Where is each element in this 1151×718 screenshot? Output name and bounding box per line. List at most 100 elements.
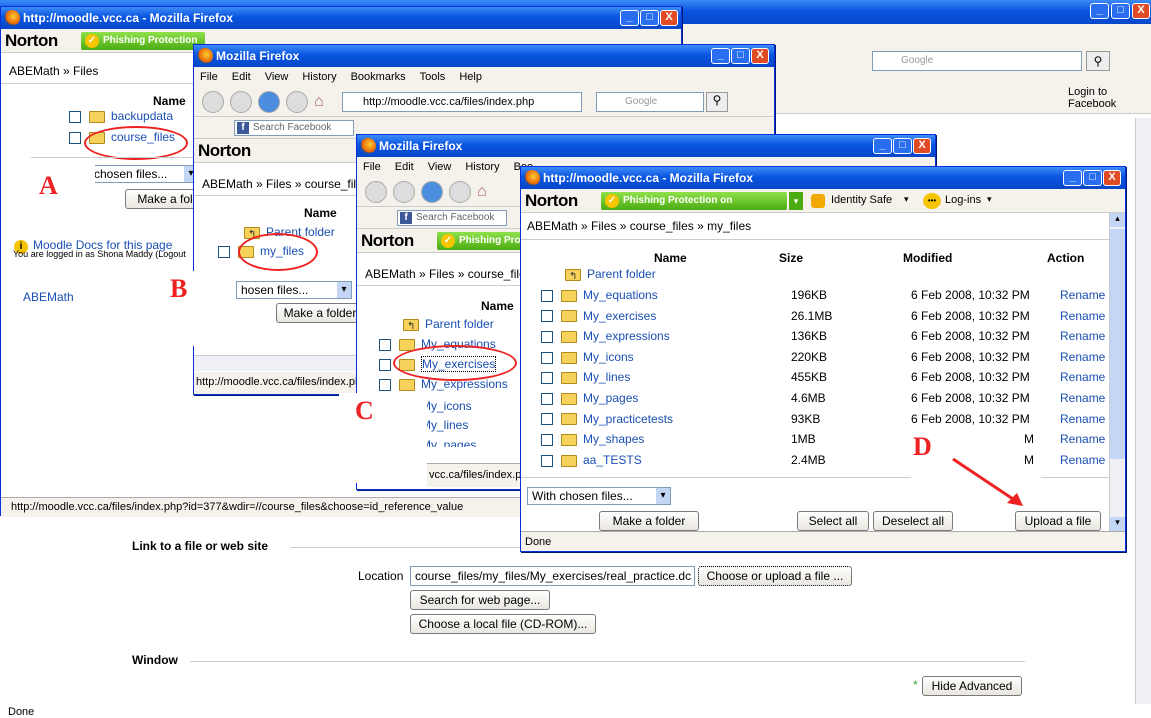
menu-file[interactable]: File bbox=[200, 71, 218, 83]
w3-crumb-files[interactable]: Files bbox=[429, 267, 454, 281]
folder-link[interactable]: My_lines bbox=[421, 418, 468, 432]
bg-scrollbar[interactable] bbox=[1135, 118, 1151, 704]
w4-maximize-button[interactable]: □ bbox=[1083, 170, 1102, 186]
menu-help[interactable]: Help bbox=[459, 71, 482, 83]
w4-phishing-dropdown-icon[interactable]: ▾ bbox=[789, 192, 803, 210]
logins-dropdown-icon[interactable]: ▾ bbox=[987, 194, 992, 205]
checkbox[interactable] bbox=[541, 413, 553, 426]
checkbox[interactable] bbox=[541, 434, 553, 447]
checkbox[interactable] bbox=[541, 289, 553, 302]
rename-link[interactable]: Rename bbox=[1060, 367, 1105, 387]
w2-close-button[interactable]: X bbox=[751, 48, 769, 64]
menu-history[interactable]: History bbox=[302, 71, 336, 83]
w4-file-row[interactable]: aa_TESTS bbox=[541, 450, 642, 470]
checkbox[interactable] bbox=[541, 310, 553, 323]
checkbox[interactable] bbox=[69, 131, 81, 144]
w4-file-row[interactable]: My_practicetests bbox=[541, 409, 673, 429]
w4-scroll-up-icon[interactable]: ▴ bbox=[1110, 213, 1125, 227]
menu-view[interactable]: View bbox=[265, 71, 289, 83]
w4-file-row[interactable]: My_icons bbox=[541, 347, 634, 367]
folder-link[interactable]: My_exercises bbox=[583, 309, 656, 323]
w3-crumb-course[interactable]: course_file bbox=[468, 267, 526, 281]
w4-file-row[interactable]: My_expressions bbox=[541, 326, 670, 346]
folder-link[interactable]: My_lines bbox=[583, 370, 630, 384]
rename-link[interactable]: Rename bbox=[1060, 429, 1105, 449]
w4-identity-safe[interactable]: Identity Safe bbox=[831, 194, 892, 206]
rename-link[interactable]: Rename bbox=[1060, 347, 1105, 367]
checkbox[interactable] bbox=[379, 358, 391, 371]
bg-minimize-button[interactable]: _ bbox=[1090, 3, 1109, 19]
w1-chosen-select[interactable]: chosen files... bbox=[89, 165, 199, 183]
rename-link[interactable]: Rename bbox=[1060, 409, 1105, 429]
menu-view[interactable]: View bbox=[428, 161, 452, 173]
stop-icon[interactable] bbox=[286, 91, 308, 113]
w4-crumb-home[interactable]: ABEMath bbox=[527, 219, 578, 233]
menu-edit[interactable]: Edit bbox=[232, 71, 251, 83]
w3-phishing-badge[interactable]: Phishing Pro bbox=[437, 232, 529, 250]
w4-crumb-files[interactable]: Files bbox=[591, 219, 616, 233]
w1-abemath-link[interactable]: ABEMath bbox=[23, 290, 74, 304]
w2-crumb-files[interactable]: Files bbox=[266, 177, 291, 191]
w4-deselect-all-button[interactable]: Deselect all bbox=[873, 511, 953, 531]
forward-icon[interactable] bbox=[230, 91, 252, 113]
w2-search-icon[interactable]: ⚲ bbox=[706, 92, 728, 112]
folder-link[interactable]: My_expressions bbox=[583, 329, 670, 343]
w4-chosen-select[interactable]: With chosen files... bbox=[527, 487, 671, 505]
reload-icon[interactable] bbox=[258, 91, 280, 113]
w4-minimize-button[interactable]: _ bbox=[1063, 170, 1082, 186]
menu-history[interactable]: History bbox=[465, 161, 499, 173]
w1-close-button[interactable]: X bbox=[660, 10, 678, 26]
back-icon[interactable] bbox=[202, 91, 224, 113]
w3-crumb-home[interactable]: ABEMath bbox=[365, 267, 416, 281]
w1-maximize-button[interactable]: □ bbox=[640, 10, 659, 26]
rename-link[interactable]: Rename bbox=[1060, 450, 1105, 470]
w2-maximize-button[interactable]: □ bbox=[731, 48, 750, 64]
w4-close-button[interactable]: X bbox=[1103, 170, 1121, 186]
menu-file[interactable]: File bbox=[363, 161, 381, 173]
w3-maximize-button[interactable]: □ bbox=[893, 138, 912, 154]
folder-link[interactable]: My_equations bbox=[583, 288, 658, 302]
choose-upload-button[interactable]: Choose or upload a file ... bbox=[698, 566, 852, 586]
rename-link[interactable]: Rename bbox=[1060, 285, 1105, 305]
w4-file-row[interactable]: My_exercises bbox=[541, 306, 656, 326]
folder-link[interactable]: My_pages bbox=[421, 438, 476, 447]
choose-local-file-button[interactable]: Choose a local file (CD-ROM)... bbox=[410, 614, 596, 634]
back-icon[interactable] bbox=[365, 181, 387, 203]
w4-scroll-thumb[interactable] bbox=[1110, 229, 1125, 459]
folder-link[interactable]: My_practicetests bbox=[583, 412, 673, 426]
bg-close-button[interactable]: X bbox=[1132, 3, 1150, 19]
w2-address-bar[interactable]: http://moodle.vcc.ca/files/index.php bbox=[342, 92, 582, 112]
bg-login-facebook[interactable]: Login to Facebook bbox=[1068, 86, 1151, 110]
w3-close-button[interactable]: X bbox=[913, 138, 931, 154]
hide-advanced-button[interactable]: Hide Advanced bbox=[922, 676, 1022, 696]
location-input[interactable]: course_files/my_files/My_exercises/real_… bbox=[410, 566, 695, 586]
w4-file-row[interactable]: My_equations bbox=[541, 285, 658, 305]
checkbox[interactable] bbox=[379, 338, 391, 351]
w2-facebook-search[interactable]: Search Facebook bbox=[234, 120, 354, 136]
bg-google-search[interactable]: Google bbox=[872, 51, 1082, 71]
w4-select-all-button[interactable]: Select all bbox=[797, 511, 869, 531]
w1-row-backupdata[interactable]: backupdata bbox=[69, 106, 173, 126]
home-icon[interactable]: ⌂ bbox=[314, 93, 324, 111]
w4-make-folder-button[interactable]: Make a folder bbox=[599, 511, 699, 531]
menu-tools[interactable]: Tools bbox=[420, 71, 446, 83]
w4-crumb-course-files[interactable]: course_files bbox=[630, 219, 694, 233]
checkbox[interactable] bbox=[541, 331, 553, 344]
folder-link[interactable]: My_icons bbox=[583, 350, 634, 364]
w2-google-search[interactable]: Google bbox=[596, 92, 704, 112]
w1-crumb-files[interactable]: Files bbox=[73, 64, 98, 78]
w3-row-parent[interactable]: Parent folder bbox=[403, 314, 494, 337]
folder-link[interactable]: My_shapes bbox=[583, 432, 644, 446]
folder-link[interactable]: aa_TESTS bbox=[583, 453, 642, 467]
menu-edit[interactable]: Edit bbox=[395, 161, 414, 173]
w4-file-row[interactable]: My_lines bbox=[541, 367, 630, 387]
w4-file-row[interactable]: My_pages bbox=[541, 388, 638, 408]
folder-link[interactable]: My_icons bbox=[421, 399, 472, 413]
identity-dropdown-icon[interactable]: ▾ bbox=[904, 194, 909, 205]
checkbox[interactable] bbox=[541, 372, 553, 385]
parent-folder-link[interactable]: Parent folder bbox=[425, 317, 494, 331]
w4-phishing-badge[interactable]: Phishing Protection on bbox=[601, 192, 787, 210]
folder-link[interactable]: backupdata bbox=[111, 109, 173, 123]
checkbox[interactable] bbox=[218, 245, 230, 258]
rename-link[interactable]: Rename bbox=[1060, 326, 1105, 346]
